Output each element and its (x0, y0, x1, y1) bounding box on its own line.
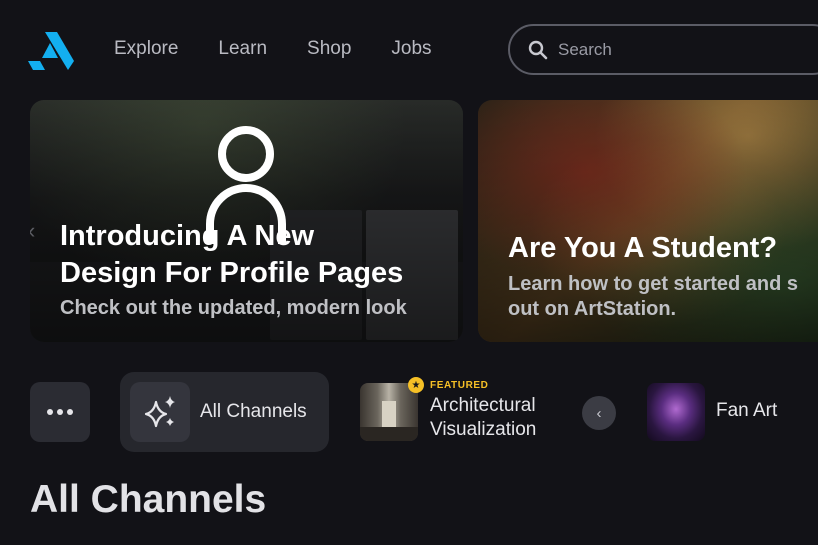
more-dots-icon (47, 409, 53, 415)
more-channels-button[interactable] (30, 382, 90, 442)
thumbnail-decor (360, 427, 418, 441)
channel-label-line-2: Visualization (430, 419, 537, 440)
chevron-left-icon: ‹ (30, 218, 35, 244)
banner-subtitle-line-2: out on ArtStation. (508, 298, 677, 320)
carousel-prev-button[interactable]: ‹ (582, 396, 616, 430)
nav-jobs[interactable]: Jobs (391, 38, 431, 60)
banner-subtitle-line-1: Learn how to get started and s (508, 273, 799, 295)
nav-explore[interactable]: Explore (114, 38, 178, 60)
sparkle-icon (130, 382, 190, 442)
channel-thumbnail-fan-art[interactable] (647, 383, 705, 441)
star-icon: ★ (408, 377, 424, 393)
channel-architectural-visualization[interactable]: Architectural Visualization (430, 394, 580, 442)
section-title: All Channels (30, 478, 267, 521)
more-dots-icon (67, 409, 73, 415)
chevron-left-icon: ‹ (596, 404, 602, 422)
artstation-logo-icon[interactable] (28, 30, 74, 70)
nav-learn[interactable]: Learn (218, 38, 267, 60)
more-dots-icon (57, 409, 63, 415)
search-icon (528, 40, 548, 59)
banner-profile-pages[interactable]: ‹ Introducing A New Design For Profile P… (30, 100, 463, 342)
banner-subtitle: Check out the updated, modern look (60, 297, 407, 319)
channel-all-channels[interactable]: All Channels (120, 372, 329, 452)
channel-label-line-1: Architectural (430, 395, 536, 416)
search-input[interactable] (558, 39, 798, 60)
channel-thumbnail-architectural[interactable] (360, 383, 418, 441)
search-bar[interactable] (508, 24, 818, 75)
main-nav: Explore Learn Shop Jobs (114, 38, 432, 60)
banner-title-line-2: Design For Profile Pages (60, 257, 404, 289)
banner-student[interactable]: Are You A Student? Learn how to get star… (478, 100, 818, 342)
channel-label: All Channels (200, 401, 307, 422)
nav-shop[interactable]: Shop (307, 38, 351, 60)
banner-title: Are You A Student? (508, 232, 778, 264)
channel-fan-art[interactable]: Fan Art (716, 400, 777, 422)
featured-badge: FEATURED (430, 380, 489, 391)
banner-title-line-1: Introducing A New (60, 220, 315, 252)
